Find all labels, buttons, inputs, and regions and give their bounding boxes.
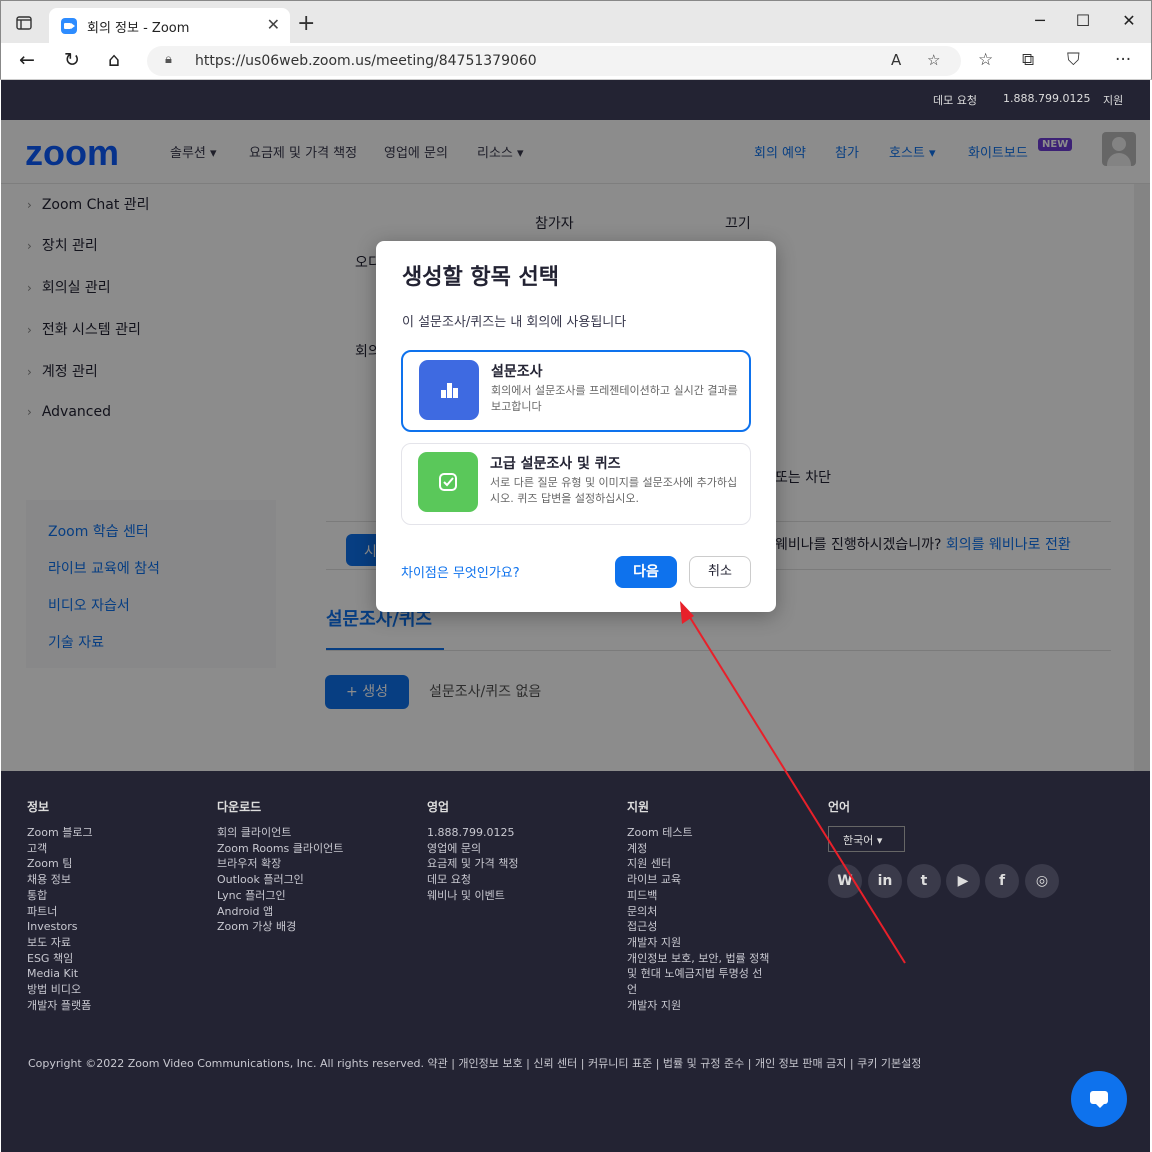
support-link[interactable]: 지원	[1103, 92, 1123, 108]
more-menu-icon[interactable]: ···	[1115, 50, 1131, 70]
new-tab-icon[interactable]: +	[297, 11, 315, 36]
footer-link[interactable]: 계정	[627, 841, 769, 857]
footer-about-list: Zoom 블로그 고객 Zoom 팀 채용 정보 통합 파트너 Investors 보도 자료…	[27, 825, 93, 1013]
footer-sales-list: 1.888.799.0125 영업에 문의 요금제 및 가격 책정 데모 요청 웨비나 …	[427, 825, 518, 904]
footer-link[interactable]: Media Kit	[27, 966, 93, 982]
footer-link[interactable]: Lync 플러그인	[217, 888, 343, 904]
phone-link[interactable]: 1.888.799.0125	[1003, 92, 1090, 105]
footer-sales-title: 영업	[427, 800, 450, 814]
difference-link[interactable]: 차이점은 무엇인가요?	[401, 562, 520, 581]
tab-title: 회의 정보 - Zoom	[87, 21, 190, 36]
footer-link[interactable]: 언	[627, 982, 769, 998]
instagram-icon[interactable]: ◎	[1025, 864, 1059, 898]
facebook-icon[interactable]: f	[985, 864, 1019, 898]
dialog-title: 생성할 항목 선택	[402, 265, 559, 290]
create-poll-dialog: 생성할 항목 선택 이 설문조사/퀴즈는 내 회의에 사용됩니다 설문조사 회의…	[376, 241, 776, 612]
option-poll-title: 설문조사	[491, 364, 543, 380]
footer-link[interactable]: 회의 클라이언트	[217, 825, 343, 841]
linkedin-icon[interactable]: in	[868, 864, 902, 898]
footer-link[interactable]: ESG 책임	[27, 951, 93, 967]
footer-link[interactable]: 개발자 지원	[627, 935, 769, 951]
checkbox-icon	[418, 452, 478, 512]
wordpress-icon[interactable]: W	[828, 864, 862, 898]
add-favorite-icon[interactable]: ☆	[927, 51, 940, 69]
favorites-icon[interactable]: ☆	[978, 50, 993, 70]
footer-link[interactable]: Zoom 팀	[27, 856, 93, 872]
footer-link[interactable]: Zoom 블로그	[27, 825, 93, 841]
maximize-icon[interactable]: ☐	[1068, 11, 1098, 30]
browser-essentials-icon[interactable]: ⛉	[1067, 50, 1080, 70]
footer-link[interactable]: 지원 센터	[627, 856, 769, 872]
youtube-icon[interactable]: ▶	[946, 864, 980, 898]
chat-bubble-button[interactable]	[1071, 1071, 1127, 1127]
footer-link[interactable]: Android 앱	[217, 904, 343, 920]
footer-link[interactable]: Investors	[27, 919, 93, 935]
footer-language-title: 언어	[828, 800, 851, 814]
footer-about-title: 정보	[27, 800, 50, 814]
dialog-subtitle: 이 설문조사/퀴즈는 내 회의에 사용됩니다	[402, 315, 627, 330]
url-field[interactable]: 🔒︎ https://us06web.zoom.us/meeting/84751…	[147, 46, 961, 76]
option-poll-desc: 회의에서 설문조사를 프레젠테이션하고 실시간 결과를 보고합니다	[491, 384, 738, 413]
footer-link[interactable]: Zoom 테스트	[627, 825, 769, 841]
option-quiz-title: 고급 설문조사 및 퀴즈	[490, 456, 621, 472]
home-icon[interactable]: ⌂	[108, 49, 120, 71]
tab-actions-icon[interactable]	[15, 14, 33, 32]
demo-request-link[interactable]: 데모 요청	[933, 92, 977, 108]
footer-link[interactable]: 접근성	[627, 919, 769, 935]
footer-download-list: 회의 클라이언트 Zoom Rooms 클라이언트 브라우저 확장 Outlook 플…	[217, 825, 343, 935]
footer-link[interactable]: 개발자 플랫폼	[27, 998, 93, 1014]
footer-link[interactable]: 데모 요청	[427, 872, 518, 888]
footer: 정보 Zoom 블로그 고객 Zoom 팀 채용 정보 통합 파트너 Investors 보도…	[1, 771, 1150, 1152]
option-advanced-quiz[interactable]: 고급 설문조사 및 퀴즈 서로 다른 질문 유형 및 이미지를 설문조사에 추가…	[401, 443, 751, 525]
footer-link[interactable]: 고객	[27, 841, 93, 857]
footer-link[interactable]: 파트너	[27, 904, 93, 920]
collections-icon[interactable]: ⧉	[1022, 50, 1034, 70]
footer-support-title: 지원	[627, 800, 650, 814]
footer-link[interactable]: 라이브 교육	[627, 872, 769, 888]
window-close-icon[interactable]: ✕	[1114, 11, 1144, 30]
refresh-icon[interactable]: ↻	[64, 49, 80, 71]
footer-link[interactable]: Zoom Rooms 클라이언트	[217, 841, 343, 857]
footer-link[interactable]: 1.888.799.0125	[427, 825, 518, 841]
next-button[interactable]: 다음	[615, 556, 677, 588]
zoom-favicon-icon	[61, 18, 77, 34]
utility-bar: 데모 요청 1.888.799.0125 지원	[1, 80, 1150, 120]
browser-tabbar: 회의 정보 - Zoom ✕ + ─ ☐ ✕	[0, 0, 1152, 44]
footer-link[interactable]: 영업에 문의	[427, 841, 518, 857]
twitter-icon[interactable]: t	[907, 864, 941, 898]
tab-active[interactable]: 회의 정보 - Zoom ✕	[49, 8, 290, 44]
back-icon[interactable]: ←	[19, 49, 35, 71]
tab-close-icon[interactable]: ✕	[267, 15, 280, 34]
read-aloud-icon[interactable]: A	[891, 51, 901, 69]
footer-link[interactable]: 개발자 지원	[627, 998, 769, 1014]
lock-icon: 🔒︎	[165, 52, 172, 67]
bar-chart-icon	[419, 360, 479, 420]
footer-link[interactable]: 피드백	[627, 888, 769, 904]
minimize-icon[interactable]: ─	[1025, 11, 1055, 30]
footer-link[interactable]: 요금제 및 가격 책정	[427, 856, 518, 872]
footer-link[interactable]: 통합	[27, 888, 93, 904]
cancel-button[interactable]: 취소	[689, 556, 751, 588]
footer-link[interactable]: 방법 비디오	[27, 982, 93, 998]
footer-link[interactable]: 개인정보 보호, 보안, 법률 정책	[627, 951, 769, 967]
option-poll[interactable]: 설문조사 회의에서 설문조사를 프레젠테이션하고 실시간 결과를 보고합니다	[401, 350, 751, 432]
footer-link[interactable]: 및 현대 노예금지법 투명성 선	[627, 966, 769, 982]
language-select[interactable]: 한국어 ▾	[828, 826, 905, 852]
footer-link[interactable]: 보도 자료	[27, 935, 93, 951]
footer-link[interactable]: 브라우저 확장	[217, 856, 343, 872]
footer-link[interactable]: 채용 정보	[27, 872, 93, 888]
copyright-text: Copyright ©2022 Zoom Video Communication…	[28, 1057, 922, 1070]
address-bar: ← ↻ ⌂ 🔒︎ https://us06web.zoom.us/meeting…	[0, 43, 1152, 80]
footer-link[interactable]: Outlook 플러그인	[217, 872, 343, 888]
option-quiz-desc: 서로 다른 질문 유형 및 이미지를 설문조사에 추가하십시오. 퀴즈 답변을 …	[490, 476, 738, 505]
footer-support-list: Zoom 테스트 계정 지원 센터 라이브 교육 피드백 문의처 접근성 개발자 지원 개인정보…	[627, 825, 769, 1013]
footer-link[interactable]: Zoom 가상 배경	[217, 919, 343, 935]
footer-link[interactable]: 문의처	[627, 904, 769, 920]
footer-download-title: 다운로드	[217, 800, 262, 814]
footer-link[interactable]: 웨비나 및 이벤트	[427, 888, 518, 904]
url-text: https://us06web.zoom.us/meeting/84751379…	[195, 53, 537, 69]
